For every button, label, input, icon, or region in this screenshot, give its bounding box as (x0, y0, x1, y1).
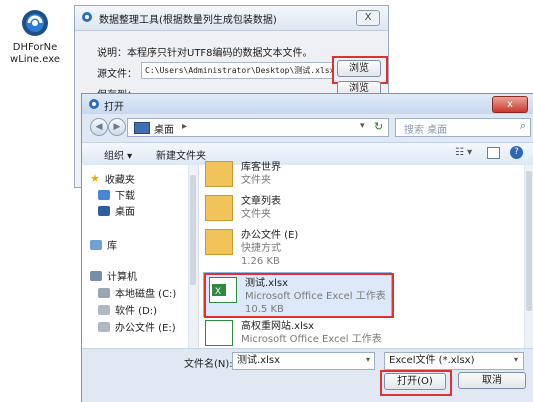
open-file-dialog: 打开 x ◀ ▶ 桌面 ▸ ▾ ↻ 搜索 桌面 ⌕ 组织 ▾ 新建文件夹 ☷ ▾… (81, 93, 533, 402)
file-name: 高权重网站.xlsx (241, 321, 315, 332)
sidebar-item-drive-d[interactable]: 软件 (D:) (98, 302, 157, 317)
address-dropdown-icon[interactable]: ▾ (360, 121, 365, 131)
sidebar-scroll-thumb[interactable] (190, 175, 196, 285)
drive-icon (98, 287, 110, 298)
library-icon (90, 239, 102, 250)
tool-dialog-titlebar[interactable]: 数据整理工具(根据数量列生成包装数据) (75, 6, 388, 31)
tool-dialog-close-button[interactable]: X (356, 10, 380, 26)
source-path-field[interactable]: C:\Users\Administrator\Desktop\测试.xlsx (141, 62, 334, 79)
excel-file-icon (205, 320, 233, 346)
desktop-icon (98, 205, 110, 216)
filename-input[interactable]: 测试.xlsx (232, 352, 375, 370)
open-dialog-titlebar[interactable]: 打开 (82, 94, 533, 114)
organize-menu[interactable]: 组织 ▾ (104, 147, 132, 162)
downloads-folder-icon (98, 189, 110, 200)
refresh-icon[interactable]: ↻ (374, 120, 383, 133)
computer-icon (90, 270, 102, 281)
sidebar-item-label: 办公文件 (E:) (115, 323, 176, 334)
source-label: 源文件： (97, 69, 137, 80)
filename-label: 文件名(N): (184, 359, 233, 370)
file-type: 文件夹 (241, 209, 271, 220)
navigation-pane: ★ 收藏夹 下载 桌面 库 计算机 本地磁盘 (C:) 软件 (D:) 办公文件… (82, 165, 199, 348)
open-dialog-title: 打开 (104, 102, 124, 113)
forward-button[interactable]: ▶ (108, 118, 126, 136)
tool-dialog-title: 数据整理工具(根据数量列生成包装数据) (99, 14, 277, 26)
open-dialog-logo-icon (88, 98, 100, 113)
file-type-select[interactable]: Excel文件 (*.xlsx) (384, 352, 524, 370)
view-menu-icon[interactable]: ☷ ▾ (455, 147, 472, 158)
file-list-scroll-thumb[interactable] (526, 171, 532, 311)
file-size: 1.26 KB (241, 256, 280, 267)
desktop-icon-label-line1: DHForNe (12, 42, 58, 53)
desktop-app-icon[interactable]: DHForNe wLine.exe (8, 8, 62, 66)
tool-logo-icon (81, 11, 93, 26)
help-icon[interactable]: ? (510, 146, 523, 159)
file-type-dropdown-icon[interactable]: ▾ (514, 355, 518, 364)
file-name: 文章列表 (241, 196, 281, 207)
navigation-bar: ◀ ▶ 桌面 ▸ ▾ ↻ 搜索 桌面 ⌕ (82, 115, 533, 139)
file-list-scrollbar[interactable] (524, 165, 533, 348)
sidebar-item-computer[interactable]: 计算机 (90, 268, 137, 283)
sidebar-item-favorites[interactable]: ★ 收藏夹 (90, 171, 135, 186)
file-item[interactable]: 文章列表 文件夹 (205, 195, 281, 221)
sidebar-item-downloads[interactable]: 下载 (98, 187, 135, 202)
new-folder-button[interactable]: 新建文件夹 (156, 147, 206, 162)
breadcrumb-arrow-icon[interactable]: ▸ (182, 121, 187, 132)
sidebar-scrollbar[interactable] (188, 165, 198, 348)
address-bar[interactable]: 桌面 ▸ ▾ ↻ (127, 118, 389, 137)
dialog-footer: 文件名(N): 测试.xlsx ▾ Excel文件 (*.xlsx) ▾ 打开(… (82, 348, 533, 402)
toolbar: 组织 ▾ 新建文件夹 ☷ ▾ ? (82, 142, 533, 166)
file-list: 库客世界 文件夹 文章列表 文件夹 办公文件 (E) 快捷方式 1.26 KB … (199, 161, 533, 348)
sidebar-item-label: 本地磁盘 (C:) (115, 289, 177, 300)
excel-file-icon: X (209, 277, 237, 303)
sidebar-item-desktop[interactable]: 桌面 (98, 203, 135, 218)
filename-dropdown-icon[interactable]: ▾ (366, 355, 370, 364)
cancel-button[interactable]: 取消 (458, 372, 526, 389)
back-button[interactable]: ◀ (90, 118, 108, 136)
search-box[interactable]: 搜索 桌面 ⌕ (395, 118, 531, 137)
sidebar-item-label: 库 (107, 241, 117, 252)
file-item[interactable]: 办公文件 (E) 快捷方式 1.26 KB (205, 229, 298, 268)
sidebar-item-drive-c[interactable]: 本地磁盘 (C:) (98, 285, 176, 300)
sidebar-item-drive-e[interactable]: 办公文件 (E:) (98, 319, 176, 334)
sidebar-item-label: 计算机 (107, 272, 137, 283)
folder-icon (205, 195, 233, 221)
sidebar-item-label: 下载 (115, 191, 135, 202)
desktop-icon-label-line2: wLine.exe (10, 54, 60, 65)
browse-source-button[interactable]: 浏览 (337, 60, 381, 77)
file-name: 测试.xlsx (245, 278, 289, 289)
app-logo-icon (20, 8, 50, 38)
file-name: 办公文件 (E) (241, 230, 299, 241)
sidebar-item-label: 软件 (D:) (115, 306, 158, 317)
file-item[interactable]: 库客世界 文件夹 (205, 161, 281, 187)
preview-pane-icon[interactable] (487, 147, 500, 159)
file-type: 快捷方式 (241, 243, 281, 254)
tool-description: 说明：本程序只针对UTF8编码的数据文本文件。 (97, 48, 313, 59)
open-button[interactable]: 打开(O) (384, 373, 446, 390)
file-size: 10.5 KB (245, 304, 284, 315)
file-item-selected[interactable]: X 测试.xlsx Microsoft Office Excel 工作表 10.… (209, 277, 386, 316)
file-type: 文件夹 (241, 175, 271, 186)
file-item[interactable]: 高权重网站.xlsx Microsoft Office Excel 工作表 (205, 320, 382, 346)
drive-icon (98, 304, 110, 315)
star-icon: ★ (90, 172, 100, 185)
search-placeholder: 搜索 桌面 (404, 125, 448, 136)
address-text: 桌面 (154, 125, 174, 136)
drive-icon (98, 321, 110, 332)
search-icon[interactable]: ⌕ (520, 119, 526, 133)
sidebar-item-libraries[interactable]: 库 (90, 237, 117, 252)
desktop-folder-icon (134, 122, 150, 134)
shortcut-folder-icon (205, 229, 233, 255)
file-type: Microsoft Office Excel 工作表 (245, 291, 386, 302)
sidebar-item-label: 桌面 (115, 207, 135, 218)
svg-text:X: X (215, 286, 221, 296)
file-name: 库客世界 (241, 162, 281, 173)
sidebar-item-label: 收藏夹 (104, 175, 135, 186)
folder-icon (205, 161, 233, 187)
file-type: Microsoft Office Excel 工作表 (241, 334, 382, 345)
open-dialog-close-button[interactable]: x (492, 96, 528, 113)
